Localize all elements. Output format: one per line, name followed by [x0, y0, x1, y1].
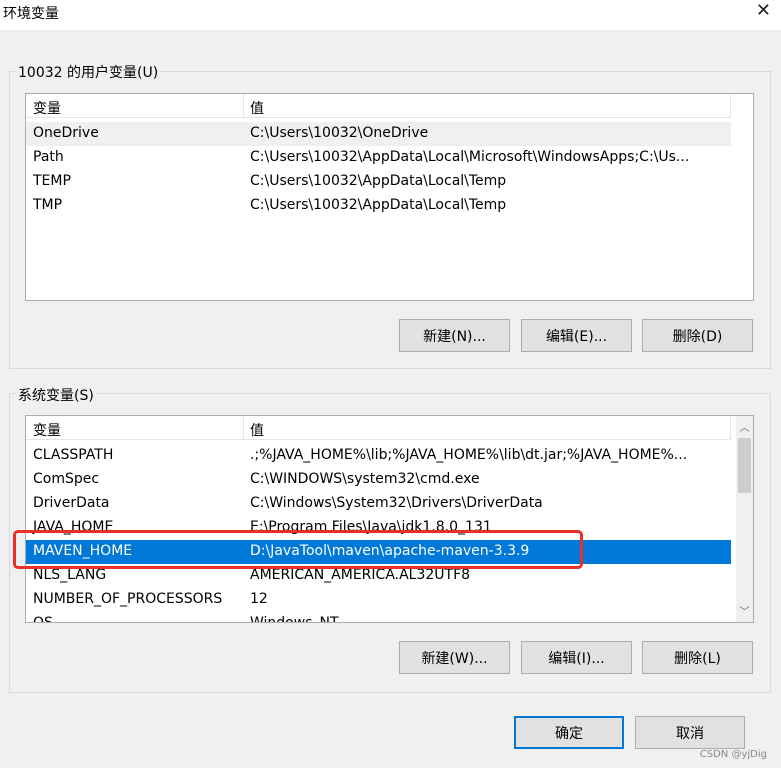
column-header-value[interactable]: 值: [250, 420, 264, 440]
watermark: CSDN @yjDig: [699, 749, 767, 760]
variable-value: C:\WINDOWS\system32\cmd.exe: [250, 471, 480, 487]
variable-name: NUMBER_OF_PROCESSORS: [33, 591, 223, 607]
window-title: 环境变量: [3, 6, 59, 22]
variable-value: C:\Windows\System32\Drivers\DriverData: [250, 495, 543, 511]
system-variables-label: 系统变量(S): [16, 385, 96, 405]
column-header-name[interactable]: 变量: [33, 98, 61, 118]
table-row[interactable]: DriverData C:\Windows\System32\Drivers\D…: [26, 492, 731, 516]
user-delete-button[interactable]: 删除(D): [642, 319, 753, 352]
table-row[interactable]: OS Windows_NT: [26, 612, 731, 623]
variable-name: CLASSPATH: [33, 447, 114, 463]
table-row[interactable]: TEMP C:\Users\10032\AppData\Local\Temp: [26, 170, 731, 194]
column-separator[interactable]: [730, 94, 731, 118]
table-row[interactable]: NUMBER_OF_PROCESSORS 12: [26, 588, 731, 612]
variable-value: Windows_NT: [250, 615, 339, 623]
highlight-annotation: [13, 530, 583, 569]
system-variables-list[interactable]: 变量 值 CLASSPATH .;%JAVA_HOME%\lib;%JAVA_H…: [25, 415, 754, 623]
variable-name: NLS_LANG: [33, 567, 107, 583]
variable-name: Path: [33, 149, 64, 165]
close-icon[interactable]: ✕: [756, 0, 771, 21]
variable-value: C:\Users\10032\AppData\Local\Microsoft\W…: [250, 149, 690, 165]
column-separator[interactable]: [243, 416, 244, 440]
variable-value: 12: [250, 591, 268, 607]
system-new-button[interactable]: 新建(W)...: [399, 641, 510, 674]
variable-value: C:\Users\10032\AppData\Local\Temp: [250, 197, 507, 213]
scroll-up-icon[interactable]: ︿: [736, 418, 753, 435]
title-bar: 环境变量 ✕: [0, 0, 781, 30]
user-variables-list[interactable]: 变量 值 OneDrive C:\Users\10032\OneDrive Pa…: [25, 93, 754, 301]
scroll-down-icon[interactable]: ﹀: [736, 602, 753, 619]
system-edit-button[interactable]: 编辑(I)...: [521, 641, 632, 674]
ok-button[interactable]: 确定: [514, 716, 624, 749]
table-row[interactable]: TMP C:\Users\10032\AppData\Local\Temp: [26, 194, 731, 218]
table-row[interactable]: CLASSPATH .;%JAVA_HOME%\lib;%JAVA_HOME%\…: [26, 444, 731, 468]
scrollbar-thumb[interactable]: [738, 438, 751, 493]
user-edit-button[interactable]: 编辑(E)...: [521, 319, 632, 352]
system-delete-button[interactable]: 删除(L): [642, 641, 753, 674]
user-new-button[interactable]: 新建(N)...: [399, 319, 510, 352]
variable-name: TEMP: [33, 173, 71, 189]
variable-value: C:\Users\10032\OneDrive: [250, 125, 429, 141]
table-row[interactable]: ComSpec C:\WINDOWS\system32\cmd.exe: [26, 468, 731, 492]
column-header-value[interactable]: 值: [250, 98, 264, 118]
variable-name: OneDrive: [33, 125, 99, 141]
table-row[interactable]: OneDrive C:\Users\10032\OneDrive: [26, 122, 731, 146]
variable-name: OS: [33, 615, 53, 623]
column-separator[interactable]: [730, 416, 731, 440]
variable-value: .;%JAVA_HOME%\lib;%JAVA_HOME%\lib\dt.jar…: [250, 447, 688, 463]
variable-value: C:\Users\10032\AppData\Local\Temp: [250, 173, 507, 189]
list-header: 变量 值: [26, 416, 731, 440]
table-row[interactable]: Path C:\Users\10032\AppData\Local\Micros…: [26, 146, 731, 170]
user-variables-label: 10032 的用户变量(U): [16, 62, 161, 82]
vertical-scrollbar[interactable]: ︿ ﹀: [736, 416, 753, 622]
column-header-name[interactable]: 变量: [33, 420, 61, 440]
variable-name: TMP: [33, 197, 63, 213]
cancel-button[interactable]: 取消: [635, 716, 745, 749]
list-header: 变量 值: [26, 94, 731, 118]
variable-value: AMERICAN_AMERICA.AL32UTF8: [250, 567, 471, 583]
variable-name: DriverData: [33, 495, 110, 511]
column-separator[interactable]: [243, 94, 244, 118]
variable-name: ComSpec: [33, 471, 100, 487]
